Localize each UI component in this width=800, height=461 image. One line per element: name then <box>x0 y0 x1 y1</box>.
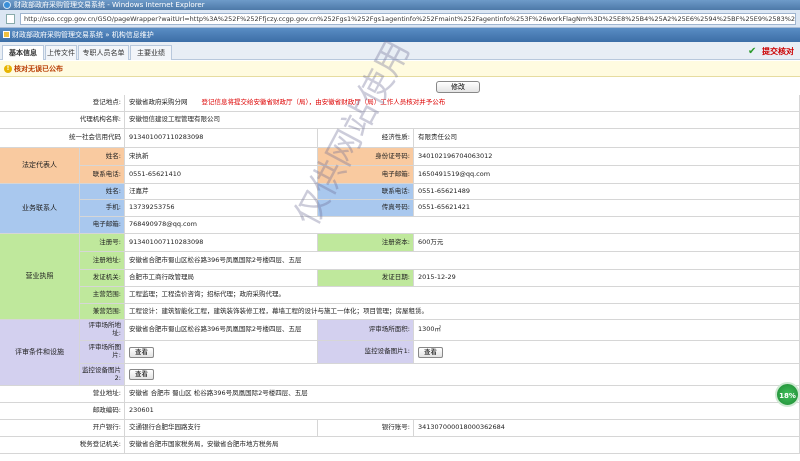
check-icon: ✔ <box>748 46 757 57</box>
view-monitor2-button[interactable]: 查看 <box>129 369 154 380</box>
postcode-value: 230601 <box>125 403 800 420</box>
agency-name-value: 安徽恒信建设工程管理有限公司 <box>125 112 800 129</box>
window-title-bar: 财政部政府采购管理交易系统 - Windows Internet Explore… <box>0 0 800 10</box>
capital-value: 600万元 <box>414 234 800 252</box>
main-scope-label: 主营范围: <box>80 287 125 304</box>
capital-label: 注册资本: <box>318 234 414 252</box>
biz-name-value: 汪嘉芹 <box>125 184 318 200</box>
review-addr-value: 安徽省合肥市蜀山区松谷路396号凤凰国际2号楼四层、五层 <box>125 320 318 341</box>
reg-location-row: 安徽省政府采购分网 登记信息将提交给安徽省财政厅（局），由安徽省财政厅（局）工作… <box>125 95 800 112</box>
biz-contact-group-label: 业务联系人 <box>0 184 80 234</box>
side-scope-label: 兼营范围: <box>80 304 125 320</box>
review-photo-cell: 查看 <box>125 341 318 364</box>
review-area-value: 1300㎡ <box>414 320 800 341</box>
app-title: 财政部政府采购管理交易系统 » 机构信息维护 <box>12 31 154 39</box>
review-addr-label: 评审场所地址: <box>80 320 125 341</box>
url-field[interactable]: http://sso.ccgp.gov.cn/GSO/pageWrapper?w… <box>20 13 796 25</box>
side-scope-value: 工程设计：建筑智能化工程，建筑装饰装修工程，幕墙工程的设计与施工一体化；项目管理… <box>125 304 800 320</box>
tax-label: 税务登记机关: <box>0 437 125 454</box>
tab-staff-list[interactable]: 专职人员名单 <box>78 45 129 60</box>
legal-email-value: 1650491519@qq.com <box>414 166 800 184</box>
reg-addr-value: 安徽省合肥市蜀山区松谷路396号凤凰国际2号楼四层、五层 <box>125 252 800 270</box>
reg-no-label: 注册号: <box>80 234 125 252</box>
issuer-label: 发证机关: <box>80 270 125 287</box>
review-area-label: 评审场所面积: <box>318 320 414 341</box>
biz-phone-label: 联系电话: <box>318 184 414 200</box>
biz-fax-value: 0551-65621421 <box>414 200 800 217</box>
legal-id-value: 340102196704063012 <box>414 148 800 166</box>
reg-note: 登记信息将提交给安徽省财政厅（局），由安徽省财政厅（局）工作人员核对并予公布 <box>201 98 446 107</box>
bank-value: 交通银行合肥华园路支行 <box>125 420 318 437</box>
internet-explorer-icon <box>3 1 11 9</box>
legal-phone-value: 0551-65621410 <box>125 166 318 184</box>
legal-name-label: 姓名: <box>80 148 125 166</box>
license-group-label: 营业执照 <box>0 234 80 320</box>
monitor2-cell: 查看 <box>125 364 800 386</box>
page-icon <box>6 14 15 24</box>
tax-value: 安徽省合肥市国家税务局，安徽省合肥市地方税务局 <box>125 437 800 454</box>
account-label: 银行账号: <box>318 420 414 437</box>
reg-location-label: 登记地点: <box>0 95 125 112</box>
agency-name-label: 代理机构名称: <box>0 112 125 129</box>
biz-email-label: 电子邮箱: <box>80 217 125 234</box>
issue-date-value: 2015-12-29 <box>414 270 800 287</box>
office-addr-value: 安徽省 合肥市 蜀山区 松谷路396号凤凰国际2号楼四层、五层 <box>125 386 800 403</box>
legal-rep-group-label: 法定代表人 <box>0 148 80 184</box>
info-icon: ! <box>4 65 12 73</box>
biz-name-label: 姓名: <box>80 184 125 200</box>
biz-phone-value: 0551-65621489 <box>414 184 800 200</box>
account-value: 341307000018000362684 <box>414 420 800 437</box>
monitor1-label: 监控设备图片1: <box>318 341 414 364</box>
reg-addr-label: 注册地址: <box>80 252 125 270</box>
office-addr-label: 营业地址: <box>0 386 125 403</box>
submit-check-button[interactable]: ✔ 提交核对 <box>748 45 794 58</box>
issuer-value: 合肥市工商行政管理局 <box>125 270 318 287</box>
tab-upload-files[interactable]: 上传文件 <box>45 45 77 60</box>
credit-code-value: 913401007110283098 <box>125 129 318 148</box>
legal-name-value: 宋执新 <box>125 148 318 166</box>
app-title-bar: 财政部政府采购管理交易系统 » 机构信息维护 <box>0 28 800 42</box>
legal-phone-label: 联系电话: <box>80 166 125 184</box>
window-title: 财政部政府采购管理交易系统 - Windows Internet Explore… <box>14 1 205 9</box>
issue-date-label: 发证日期: <box>318 270 414 287</box>
address-bar: http://sso.ccgp.gov.cn/GSO/pageWrapper?w… <box>0 10 800 28</box>
tab-main-achievements[interactable]: 主要业绩 <box>130 45 172 60</box>
status-notice: ! 核对无误已公布 <box>0 61 800 77</box>
biz-mobile-value: 13739253756 <box>125 200 318 217</box>
tab-bar: 基本信息 上传文件 专职人员名单 主要业绩 ✔ 提交核对 <box>0 42 800 60</box>
postcode-label: 邮政编码: <box>0 403 125 420</box>
legal-id-label: 身份证号码: <box>318 148 414 166</box>
biz-fax-label: 传真号码: <box>318 200 414 217</box>
econ-type-value: 有限责任公司 <box>414 129 800 148</box>
credit-code-label: 统一社会信用代码 <box>0 129 125 148</box>
app-icon <box>3 31 10 38</box>
monitor2-label: 监控设备图片2: <box>80 364 125 386</box>
notice-text: 核对无误已公布 <box>14 65 63 73</box>
bank-label: 开户银行: <box>0 420 125 437</box>
legal-email-label: 电子邮箱: <box>318 166 414 184</box>
econ-type-label: 经济性质: <box>318 129 414 148</box>
edit-button[interactable]: 修改 <box>436 81 480 93</box>
biz-email-value: 768490978@qq.com <box>125 217 800 234</box>
review-photo-label: 评审场所图片: <box>80 341 125 364</box>
reg-no-value: 913401007110283098 <box>125 234 318 252</box>
tab-basic-info[interactable]: 基本信息 <box>2 45 44 60</box>
biz-mobile-label: 手机: <box>80 200 125 217</box>
view-review-photo-button[interactable]: 查看 <box>129 346 154 358</box>
progress-badge[interactable]: 18% <box>775 382 800 407</box>
review-group-label: 评审条件和设施 <box>0 320 80 386</box>
submit-check-label: 提交核对 <box>762 47 794 56</box>
reg-location-value: 安徽省政府采购分网 <box>129 98 188 107</box>
main-scope-value: 工程监理；工程造价咨询；招标代理；政府采购代理。 <box>125 287 800 304</box>
view-monitor1-button[interactable]: 查看 <box>418 346 443 358</box>
monitor1-cell: 查看 <box>414 341 800 364</box>
